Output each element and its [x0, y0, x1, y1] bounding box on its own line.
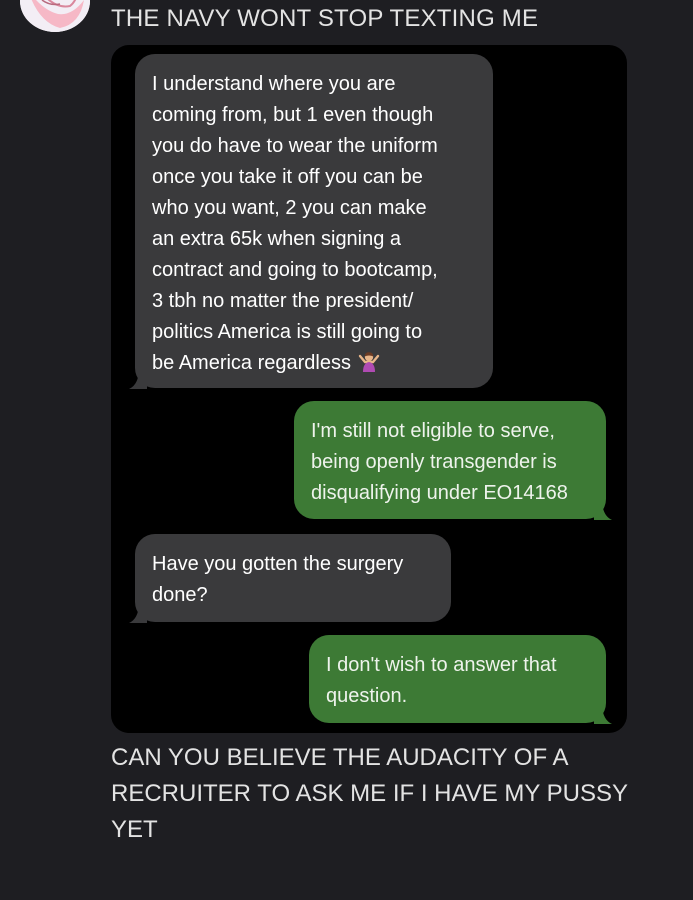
- message-line: done?: [152, 584, 208, 606]
- outgoing-message: I don't wish to answer that question.: [309, 635, 612, 724]
- bubble-tail-icon: [594, 502, 612, 520]
- message-line: be America regardless: [152, 352, 351, 374]
- post-caption: CAN YOU BELIEVE THE AUDACITY OF A RECRUI…: [111, 740, 628, 848]
- message-line: an extra 65k when signing a: [152, 228, 402, 250]
- bubble-tail-icon: [129, 371, 147, 389]
- person-shrugging-emoji-icon: [357, 349, 381, 383]
- message-line: politics America is still going to: [152, 321, 423, 343]
- message-line: once you take it off you can be: [152, 166, 423, 188]
- bubble-tail-icon: [594, 706, 612, 724]
- message-line: who you want, 2 you can make: [152, 197, 427, 219]
- message-line: contract and going to bootcamp,: [152, 259, 438, 281]
- message-line: being openly transgender is: [311, 451, 557, 473]
- message-line: Have you gotten the surgery: [152, 553, 404, 575]
- post-title: THE NAVY WONT STOP TEXTING ME: [111, 5, 539, 32]
- avatar-illustration-icon: [20, 0, 90, 32]
- incoming-message: I understand where you are coming from, …: [129, 54, 493, 389]
- message-line: 3 tbh no matter the president/: [152, 290, 414, 312]
- message-line: I don't wish to answer that: [326, 654, 557, 676]
- caption-line: YET: [111, 816, 158, 843]
- message-line: question.: [326, 685, 408, 707]
- bubble-tail-icon: [129, 605, 147, 623]
- message-line: coming from, but 1 even though: [152, 104, 434, 126]
- message-line: you do have to wear the uniform: [152, 135, 438, 157]
- incoming-message: Have you gotten the surgery done?: [129, 534, 451, 623]
- caption-line: RECRUITER TO ASK ME IF I HAVE MY PUSSY: [111, 780, 629, 807]
- message-line: I'm still not eligible to serve,: [311, 420, 555, 442]
- message-screenshot[interactable]: I understand where you are coming from, …: [111, 45, 627, 733]
- caption-line: CAN YOU BELIEVE THE AUDACITY OF A: [111, 744, 569, 771]
- message-line: disqualifying under EO14168: [311, 482, 568, 504]
- user-avatar[interactable]: [20, 0, 90, 32]
- message-line: I understand where you are: [152, 73, 396, 95]
- outgoing-message: I'm still not eligible to serve, being o…: [294, 401, 612, 520]
